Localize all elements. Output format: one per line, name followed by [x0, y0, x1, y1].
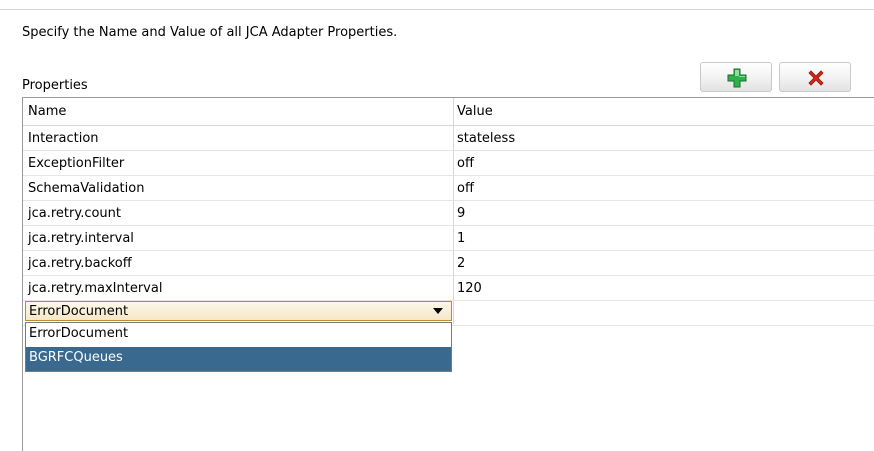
- property-value: 9: [457, 206, 466, 221]
- property-name: jca.retry.count: [28, 206, 122, 221]
- option-bgrfcqueues[interactable]: BGRFCQueues: [26, 347, 451, 371]
- property-value: 120: [457, 281, 482, 296]
- combobox-options-list[interactable]: ErrorDocument BGRFCQueues: [25, 322, 452, 372]
- value-column-header[interactable]: Value: [457, 104, 493, 119]
- combobox-selected-value: ErrorDocument: [29, 304, 129, 319]
- top-divider: [0, 9, 874, 10]
- delete-x-icon: [808, 70, 824, 86]
- chevron-down-icon[interactable]: [433, 308, 443, 314]
- property-name: SchemaValidation: [28, 181, 145, 196]
- property-name: jca.retry.interval: [28, 231, 134, 246]
- instruction-text: Specify the Name and Value of all JCA Ad…: [22, 25, 398, 40]
- property-value: 1: [457, 231, 466, 246]
- properties-table: Name Value Interaction stateless Excepti…: [22, 97, 874, 451]
- property-name: ExceptionFilter: [28, 156, 125, 171]
- add-property-button[interactable]: [700, 62, 772, 92]
- option-errordocument[interactable]: ErrorDocument: [26, 323, 451, 347]
- table-row[interactable]: Interaction stateless: [23, 126, 874, 151]
- property-value: off: [457, 181, 474, 196]
- table-row[interactable]: ExceptionFilter off: [23, 151, 874, 176]
- property-name-combobox[interactable]: ErrorDocument: [25, 301, 452, 321]
- table-row[interactable]: jca.retry.maxInterval 120: [23, 276, 874, 301]
- add-plus-icon: [727, 68, 747, 88]
- properties-label: Properties: [22, 78, 88, 93]
- property-value: stateless: [457, 131, 516, 146]
- table-row[interactable]: jca.retry.interval 1: [23, 226, 874, 251]
- property-value: 2: [457, 256, 466, 271]
- property-name: Interaction: [28, 131, 99, 146]
- table-row[interactable]: SchemaValidation off: [23, 176, 874, 201]
- table-row[interactable]: jca.retry.backoff 2: [23, 251, 874, 276]
- table-row[interactable]: jca.retry.count 9: [23, 201, 874, 226]
- property-name: jca.retry.maxInterval: [28, 281, 163, 296]
- name-column-header[interactable]: Name: [28, 104, 66, 119]
- table-header: Name Value: [23, 98, 874, 126]
- delete-property-button[interactable]: [779, 62, 851, 92]
- property-name: jca.retry.backoff: [28, 256, 132, 271]
- property-value: off: [457, 156, 474, 171]
